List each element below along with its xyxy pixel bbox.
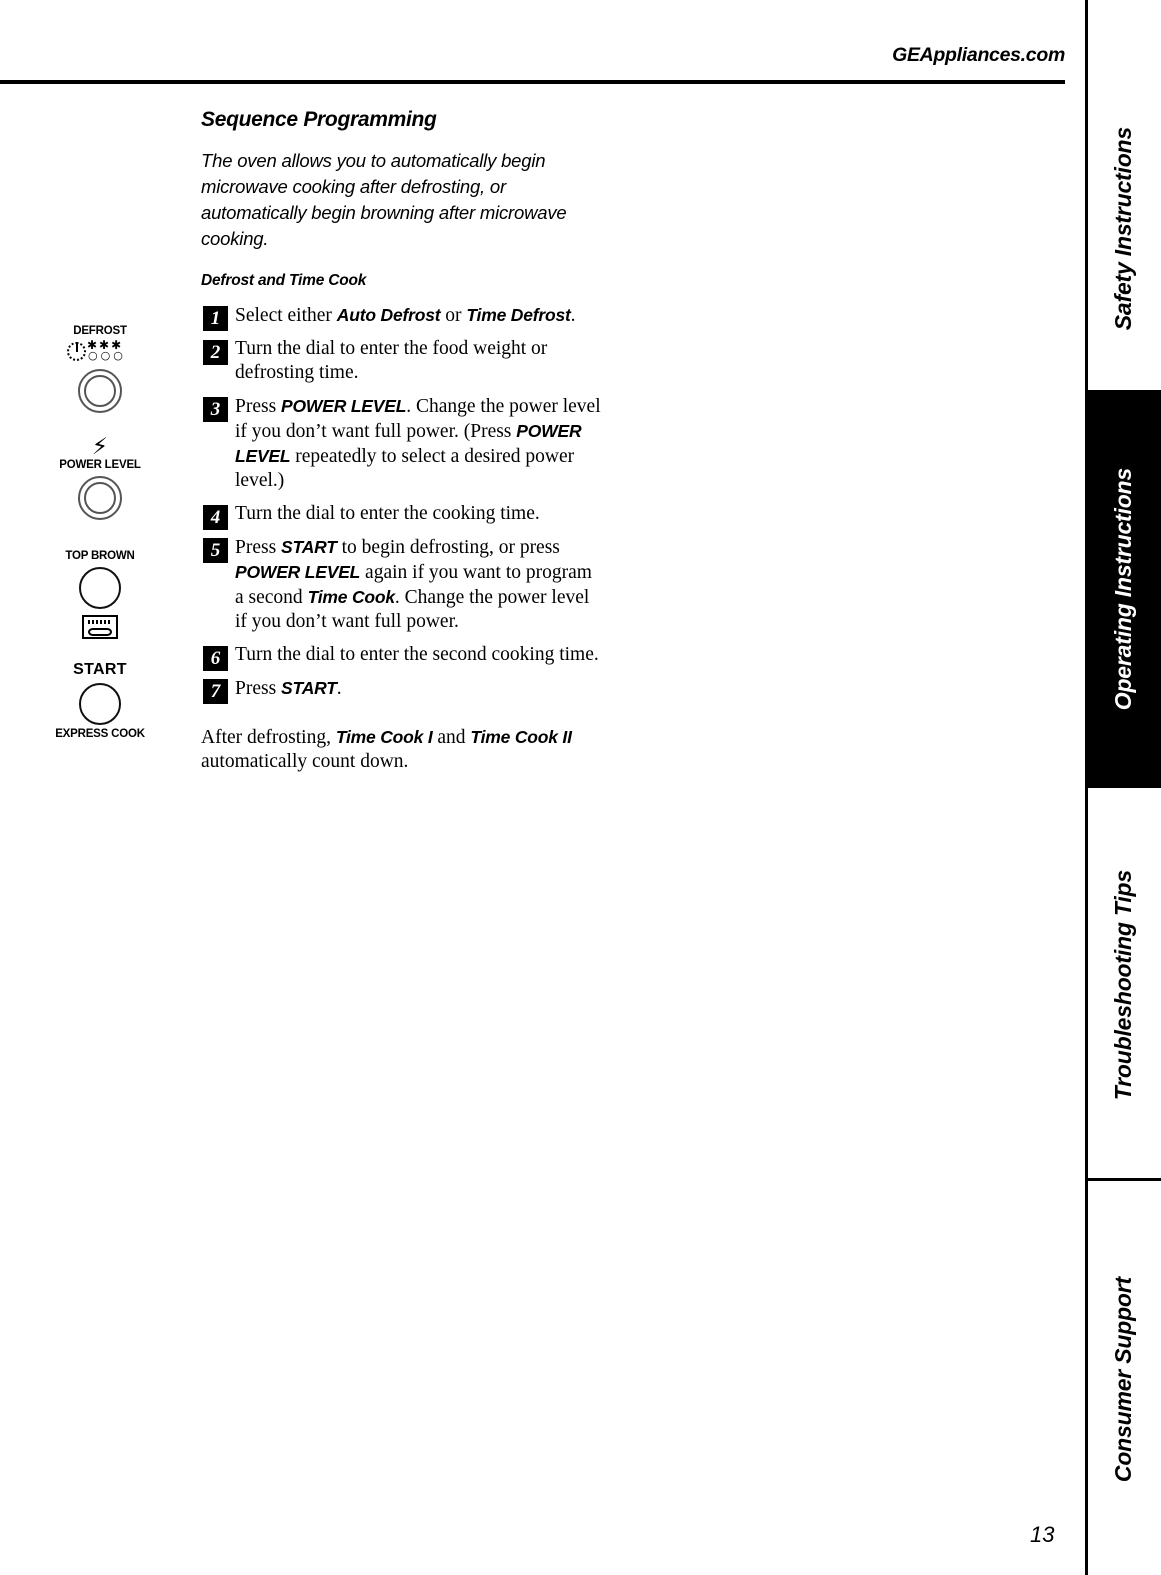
step-item: 1 Select either Auto Defrost or Time Defr… <box>201 303 601 331</box>
ui-term: POWER LEVEL <box>281 396 407 416</box>
step-text: Turn the dial to enter the food weight o… <box>235 337 601 385</box>
page-title: Sequence Programming <box>201 108 437 131</box>
control-panel-illustration: DEFROST ✱✱✱ ○○○ ⚡ POWER LEVEL TOP BROWN … <box>40 325 160 750</box>
ui-term: POWER LEVEL <box>235 562 361 582</box>
text-run: Press <box>235 678 282 699</box>
step-text: Select either Auto Defrost or Time Defro… <box>235 303 601 328</box>
step-number: 3 <box>203 397 228 422</box>
text-run: and <box>432 727 471 748</box>
food-tray-icon <box>88 627 112 636</box>
text-run: . <box>570 305 576 326</box>
step-text: Press START. <box>235 676 601 701</box>
power-level-knob[interactable] <box>78 475 122 520</box>
text-run: or <box>440 305 467 326</box>
text-run: . <box>336 678 342 699</box>
steps-list: 1 Select either Auto Defrost or Time Defr… <box>201 303 601 704</box>
step-item: 5 Press START to begin defrosting, or pre… <box>201 535 601 634</box>
ui-term: Time Cook II <box>470 727 572 747</box>
text-run: Press <box>235 537 282 558</box>
text-run: Turn the dial to enter the cooking time. <box>235 503 540 524</box>
step-number: 4 <box>203 505 228 530</box>
tab-safety-instructions[interactable]: Safety Instructions <box>1085 74 1161 384</box>
closing-paragraph: After defrosting, Time Cook I and Time C… <box>201 725 596 774</box>
step-item: 7 Press START. <box>201 676 601 704</box>
express-cook-label: EXPRESS COOK <box>55 727 145 740</box>
subsection-title: Defrost and Time Cook <box>201 272 367 289</box>
tab-label: Consumer Support <box>1109 1277 1136 1483</box>
panel-group-power-level: ⚡ POWER LEVEL <box>40 435 160 520</box>
top-brown-label: TOP BROWN <box>65 550 135 562</box>
main-content: Sequence Programming The oven allows you… <box>201 108 601 794</box>
lightning-bolt-icon: ⚡ <box>91 434 109 460</box>
defrost-icon: ✱✱✱ ○○○ <box>63 339 137 365</box>
text-run: Turn the dial to enter the food weight o… <box>235 338 548 383</box>
step-text: Turn the dial to enter the second cookin… <box>235 643 601 667</box>
tab-label: Operating Instructions <box>1109 467 1136 711</box>
ui-term: START <box>281 678 337 698</box>
step-text: Press START to begin defrosting, or pres… <box>235 535 601 634</box>
header-site-url: GEAppliances.com <box>892 44 1065 66</box>
panel-group-start: START EXPRESS COOK <box>40 661 160 740</box>
ui-term: Time Cook I <box>335 727 433 747</box>
start-label: START <box>73 661 127 678</box>
tab-troubleshooting-tips[interactable]: Troubleshooting Tips <box>1085 800 1161 1170</box>
step-number: 6 <box>203 646 228 671</box>
section-tab-rail: Safety Instructions Operating Instructio… <box>1085 0 1161 1575</box>
step-number: 5 <box>203 538 228 563</box>
intro-paragraph: The oven allows you to automatically beg… <box>201 150 567 249</box>
tab-operating-instructions[interactable]: Operating Instructions <box>1085 390 1161 788</box>
text-run: After defrosting, <box>201 727 336 748</box>
ui-term: Auto Defrost <box>336 305 441 325</box>
ui-term: Time Defrost <box>466 305 571 325</box>
ui-term: Time Cook <box>307 587 396 607</box>
step-number: 2 <box>203 340 228 365</box>
ui-term: START <box>281 537 337 557</box>
power-level-label: POWER LEVEL <box>59 459 141 471</box>
tab-consumer-support[interactable]: Consumer Support <box>1085 1200 1161 1560</box>
tab-label: Troubleshooting Tips <box>1109 869 1136 1101</box>
panel-group-defrost: DEFROST ✱✱✱ ○○○ <box>40 325 160 413</box>
header-rule <box>0 80 1065 84</box>
heating-coil-icon <box>88 619 112 624</box>
page-header: GEAppliances.com <box>0 44 1065 84</box>
panel-group-top-brown: TOP BROWN <box>40 550 160 639</box>
step-text: Press POWER LEVEL. Change the power leve… <box>235 394 601 493</box>
step-number: 1 <box>203 306 228 331</box>
step-text: Turn the dial to enter the cooking time. <box>235 502 601 526</box>
start-knob[interactable] <box>79 682 121 725</box>
droplet-icon: ○○○ <box>88 348 126 362</box>
top-brown-knob[interactable] <box>79 566 121 609</box>
step-number: 7 <box>203 679 228 704</box>
clock-hand-icon <box>76 343 78 352</box>
text-run: Turn the dial to enter the second cookin… <box>235 644 599 665</box>
step-item: 3 Press POWER LEVEL. Change the power lev… <box>201 394 601 493</box>
defrost-knob[interactable] <box>78 368 122 413</box>
step-item: 2 Turn the dial to enter the food weight … <box>201 337 601 385</box>
text-run: Press <box>235 396 282 417</box>
tab-label: Safety Instructions <box>1109 127 1136 331</box>
step-item: 4 Turn the dial to enter the cooking time… <box>201 502 601 530</box>
page-number: 13 <box>1030 1522 1055 1547</box>
defrost-label: DEFROST <box>73 325 127 337</box>
browning-element-icon <box>82 614 118 639</box>
rail-separator <box>1085 1178 1161 1181</box>
manual-page: GEAppliances.com DEFROST ✱✱✱ ○○○ ⚡ POWER… <box>0 0 1161 1575</box>
text-run: to begin defrosting, or press <box>336 537 560 558</box>
text-run: automatically count down. <box>201 751 409 772</box>
text-run: Select either <box>235 305 337 326</box>
step-item: 6 Turn the dial to enter the second cooki… <box>201 643 601 671</box>
